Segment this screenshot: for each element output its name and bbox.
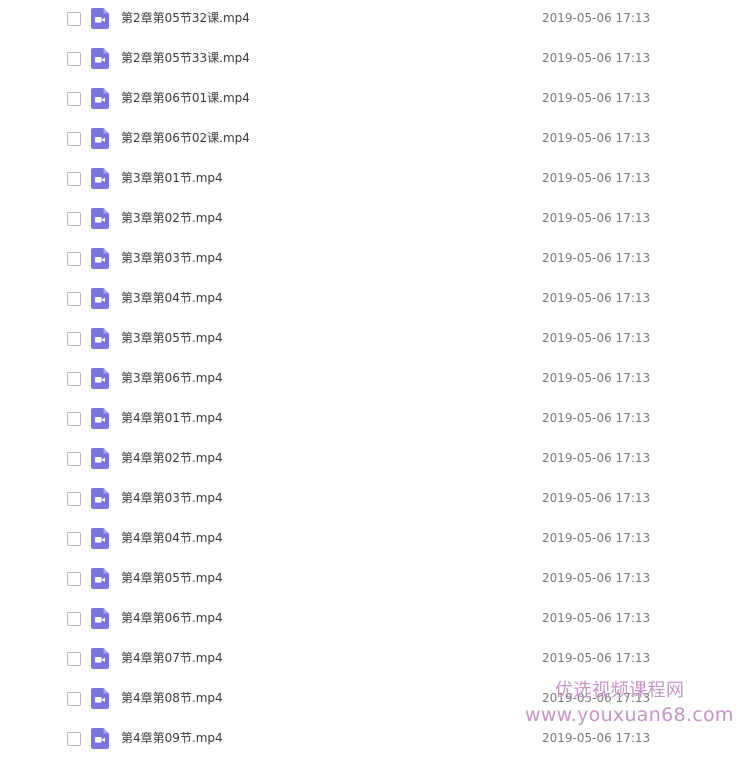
file-modified-date: 2019-05-06 17:13	[542, 131, 651, 145]
file-modified-date: 2019-05-06 17:13	[542, 331, 651, 345]
file-row[interactable]: 第4章第01节.mp4 2019-05-06 17:13	[0, 400, 745, 440]
file-name[interactable]: 第4章第06节.mp4	[121, 610, 223, 626]
file-row[interactable]: 第3章第02节.mp4 2019-05-06 17:13	[0, 200, 745, 240]
file-row[interactable]: 第4章第09节.mp4 2019-05-06 17:13	[0, 720, 745, 760]
file-row[interactable]: 第3章第05节.mp4 2019-05-06 17:13	[0, 320, 745, 360]
file-name[interactable]: 第2章第05节32课.mp4	[121, 10, 250, 26]
file-row[interactable]: 第2章第06节02课.mp4 2019-05-06 17:13	[0, 120, 745, 160]
file-modified-date: 2019-05-06 17:13	[542, 51, 651, 65]
row-checkbox[interactable]	[67, 412, 81, 426]
file-row[interactable]: 第3章第01节.mp4 2019-05-06 17:13	[0, 160, 745, 200]
file-row[interactable]: 第4章第04节.mp4 2019-05-06 17:13	[0, 520, 745, 560]
row-checkbox[interactable]	[67, 572, 81, 586]
file-name[interactable]: 第4章第05节.mp4	[121, 570, 223, 586]
video-file-icon	[91, 528, 109, 549]
file-row[interactable]: 第3章第06节.mp4 2019-05-06 17:13	[0, 360, 745, 400]
row-checkbox[interactable]	[67, 212, 81, 226]
video-file-icon	[91, 8, 109, 29]
file-modified-date: 2019-05-06 17:13	[542, 211, 651, 225]
file-row[interactable]: 第2章第06节01课.mp4 2019-05-06 17:13	[0, 80, 745, 120]
file-name[interactable]: 第4章第01节.mp4	[121, 410, 223, 426]
file-modified-date: 2019-05-06 17:13	[542, 291, 651, 305]
file-row[interactable]: 第3章第04节.mp4 2019-05-06 17:13	[0, 280, 745, 320]
file-modified-date: 2019-05-06 17:13	[542, 91, 651, 105]
row-checkbox[interactable]	[67, 532, 81, 546]
file-row[interactable]: 第4章第05节.mp4 2019-05-06 17:13	[0, 560, 745, 600]
file-modified-date: 2019-05-06 17:13	[542, 611, 651, 625]
video-file-icon	[91, 288, 109, 309]
video-file-icon	[91, 688, 109, 709]
video-file-icon	[91, 408, 109, 429]
file-name[interactable]: 第2章第06节02课.mp4	[121, 130, 250, 146]
file-modified-date: 2019-05-06 17:13	[542, 571, 651, 585]
file-name[interactable]: 第4章第04节.mp4	[121, 530, 223, 546]
row-checkbox[interactable]	[67, 692, 81, 706]
file-name[interactable]: 第4章第08节.mp4	[121, 690, 223, 706]
video-file-icon	[91, 368, 109, 389]
row-checkbox[interactable]	[67, 92, 81, 106]
video-file-icon	[91, 608, 109, 629]
file-name[interactable]: 第3章第04节.mp4	[121, 290, 223, 306]
file-row[interactable]: 第2章第05节33课.mp4 2019-05-06 17:13	[0, 40, 745, 80]
video-file-icon	[91, 728, 109, 749]
file-name[interactable]: 第4章第09节.mp4	[121, 730, 223, 746]
video-file-icon	[91, 48, 109, 69]
video-file-icon	[91, 448, 109, 469]
file-row[interactable]: 第4章第08节.mp4 2019-05-06 17:13	[0, 680, 745, 720]
row-checkbox[interactable]	[67, 172, 81, 186]
file-name[interactable]: 第3章第01节.mp4	[121, 170, 223, 186]
file-name[interactable]: 第3章第03节.mp4	[121, 250, 223, 266]
file-modified-date: 2019-05-06 17:13	[542, 411, 651, 425]
video-file-icon	[91, 208, 109, 229]
row-checkbox[interactable]	[67, 452, 81, 466]
video-file-icon	[91, 488, 109, 509]
video-file-icon	[91, 328, 109, 349]
file-row[interactable]: 第2章第05节32课.mp4 2019-05-06 17:13	[0, 0, 745, 40]
file-row[interactable]: 第3章第03节.mp4 2019-05-06 17:13	[0, 240, 745, 280]
row-checkbox[interactable]	[67, 492, 81, 506]
file-row[interactable]: 第4章第02节.mp4 2019-05-06 17:13	[0, 440, 745, 480]
row-checkbox[interactable]	[67, 12, 81, 26]
file-row[interactable]: 第4章第07节.mp4 2019-05-06 17:13	[0, 640, 745, 680]
file-name[interactable]: 第4章第02节.mp4	[121, 450, 223, 466]
file-name[interactable]: 第3章第02节.mp4	[121, 210, 223, 226]
file-modified-date: 2019-05-06 17:13	[542, 491, 651, 505]
file-row[interactable]: 第4章第06节.mp4 2019-05-06 17:13	[0, 600, 745, 640]
file-row[interactable]: 第4章第03节.mp4 2019-05-06 17:13	[0, 480, 745, 520]
file-name[interactable]: 第4章第03节.mp4	[121, 490, 223, 506]
row-checkbox[interactable]	[67, 252, 81, 266]
row-checkbox[interactable]	[67, 732, 81, 746]
file-modified-date: 2019-05-06 17:13	[542, 731, 651, 745]
row-checkbox[interactable]	[67, 652, 81, 666]
file-modified-date: 2019-05-06 17:13	[542, 531, 651, 545]
row-checkbox[interactable]	[67, 132, 81, 146]
video-file-icon	[91, 128, 109, 149]
file-name[interactable]: 第3章第05节.mp4	[121, 330, 223, 346]
video-file-icon	[91, 648, 109, 669]
file-name[interactable]: 第2章第05节33课.mp4	[121, 50, 250, 66]
video-file-icon	[91, 88, 109, 109]
video-file-icon	[91, 248, 109, 269]
file-modified-date: 2019-05-06 17:13	[542, 11, 651, 25]
video-file-icon	[91, 568, 109, 589]
file-list: 第2章第05节32课.mp4 2019-05-06 17:13 第2章第05节3…	[0, 0, 745, 765]
file-modified-date: 2019-05-06 17:13	[542, 251, 651, 265]
file-name[interactable]: 第4章第07节.mp4	[121, 650, 223, 666]
file-modified-date: 2019-05-06 17:13	[542, 171, 651, 185]
file-modified-date: 2019-05-06 17:13	[542, 371, 651, 385]
file-modified-date: 2019-05-06 17:13	[542, 691, 651, 705]
row-checkbox[interactable]	[67, 372, 81, 386]
row-checkbox[interactable]	[67, 332, 81, 346]
file-modified-date: 2019-05-06 17:13	[542, 651, 651, 665]
video-file-icon	[91, 168, 109, 189]
file-name[interactable]: 第3章第06节.mp4	[121, 370, 223, 386]
file-name[interactable]: 第2章第06节01课.mp4	[121, 90, 250, 106]
row-checkbox[interactable]	[67, 292, 81, 306]
file-modified-date: 2019-05-06 17:13	[542, 451, 651, 465]
row-checkbox[interactable]	[67, 52, 81, 66]
row-checkbox[interactable]	[67, 612, 81, 626]
